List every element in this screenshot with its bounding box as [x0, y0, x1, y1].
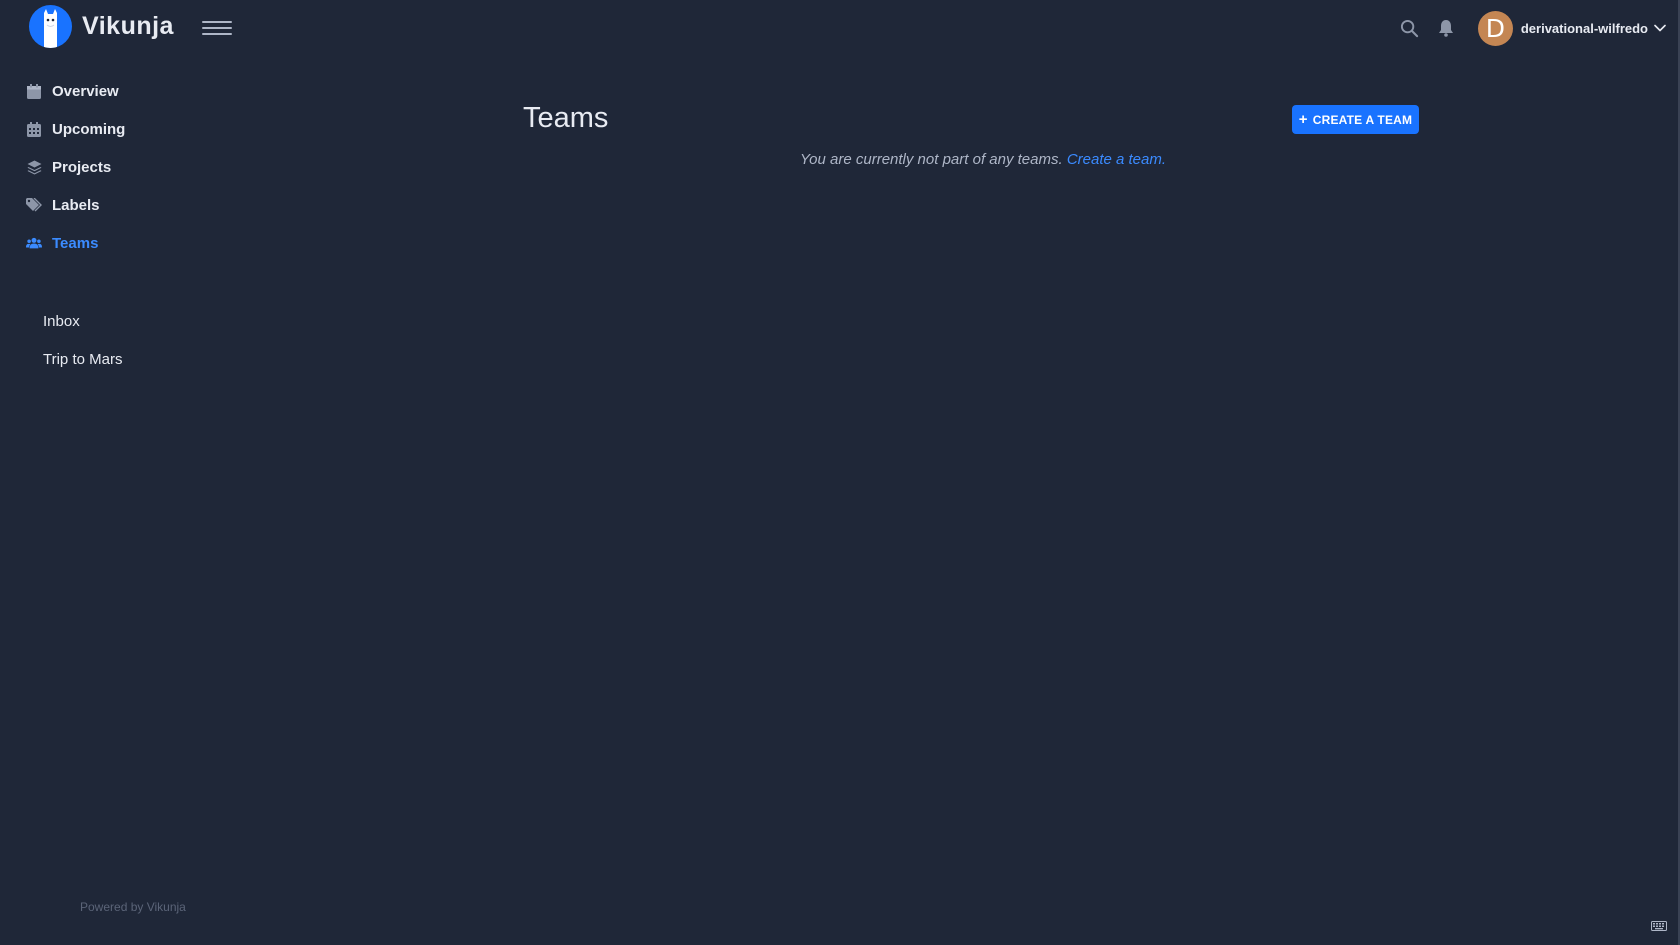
username-label: derivational-wilfredo: [1520, 20, 1648, 36]
calendar-icon: [26, 83, 42, 99]
page-title: Teams: [523, 102, 609, 134]
layers-icon: [26, 159, 42, 175]
menu-toggle-icon[interactable]: [202, 18, 232, 38]
create-team-button[interactable]: + CREATE A TEAM: [1292, 105, 1419, 134]
search-icon[interactable]: [1398, 16, 1422, 40]
plus-icon: +: [1298, 111, 1308, 128]
sidebar-item-label: Teams: [52, 234, 99, 252]
app-name: Vikunja: [82, 11, 174, 40]
sidebar: Overview Upcoming Projects Labels Teams …: [0, 70, 260, 920]
user-menu[interactable]: derivational-wilfredo: [1521, 21, 1666, 36]
top-bar: Vikunja D derivational-wilfredo: [0, 0, 1678, 56]
sidebar-item-overview[interactable]: Overview: [26, 80, 119, 102]
bell-icon[interactable]: [1434, 16, 1458, 40]
llama-logo-icon: [29, 4, 72, 48]
sidebar-item-label: Upcoming: [52, 120, 126, 138]
sidebar-item-teams[interactable]: Teams: [26, 232, 98, 254]
create-team-link[interactable]: Create a team.: [1067, 151, 1166, 168]
project-item-inbox[interactable]: Inbox: [43, 313, 80, 330]
powered-by-link[interactable]: Powered by Vikunja: [80, 900, 186, 914]
sidebar-item-upcoming[interactable]: Upcoming: [26, 118, 125, 140]
keyboard-shortcuts-icon[interactable]: [1651, 918, 1667, 931]
app-window: Vikunja D derivational-wilfredo Overview…: [0, 0, 1680, 945]
calendar-grid-icon: [26, 121, 42, 137]
sidebar-item-projects[interactable]: Projects: [26, 156, 111, 178]
users-icon: [26, 235, 42, 251]
sidebar-item-label: Labels: [52, 196, 100, 214]
empty-state-message: You are currently not part of any teams.…: [800, 151, 1166, 168]
create-team-label: CREATE A TEAM: [1312, 112, 1413, 127]
tags-icon: [26, 197, 42, 213]
sidebar-item-label: Projects: [52, 158, 112, 176]
avatar[interactable]: D: [1477, 10, 1513, 46]
chevron-down-icon: [1654, 24, 1666, 32]
empty-state-text: You are currently not part of any teams.: [800, 151, 1063, 168]
project-item-trip-to-mars[interactable]: Trip to Mars: [43, 351, 122, 368]
sidebar-item-label: Overview: [52, 82, 119, 100]
logo[interactable]: Vikunja: [29, 4, 174, 48]
header-actions: D derivational-wilfredo: [1386, 9, 1666, 47]
sidebar-item-labels[interactable]: Labels: [26, 194, 100, 216]
